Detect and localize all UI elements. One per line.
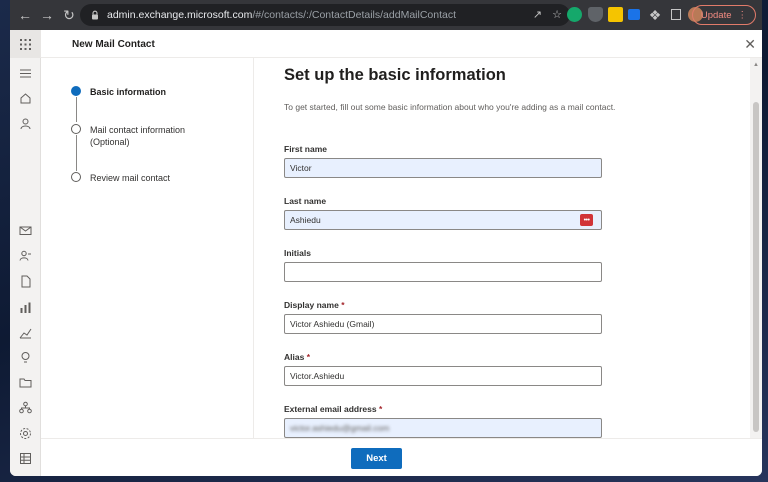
panel-title: New Mail Contact (72, 39, 155, 50)
panel-footer: Next (41, 438, 762, 476)
scroll-up-icon[interactable]: ▲ (753, 62, 759, 68)
alias-input[interactable]: Victor.Ashiedu (284, 366, 602, 386)
panel-header: New Mail Contact ✕ (41, 30, 762, 58)
wizard-steps: Basic information Mail contact informati… (41, 58, 254, 438)
first-name-input[interactable]: Victor (284, 158, 602, 178)
required-mark: * (341, 300, 345, 310)
waffle-icon[interactable] (10, 30, 41, 58)
forward-icon[interactable]: → (36, 4, 58, 26)
sidepanel-icon[interactable] (671, 9, 681, 20)
initials-label: Initials (284, 248, 311, 258)
step-dot-basic-information (71, 86, 81, 96)
alias-value: Victor.Ashiedu (290, 371, 345, 381)
url-path: /#/contacts/:/ContactDetails/addMailCont… (252, 9, 457, 21)
table-icon[interactable] (19, 452, 32, 465)
grammarly-extension-icon[interactable] (567, 7, 582, 22)
notes-extension-icon[interactable] (608, 7, 623, 22)
person-icon[interactable] (19, 117, 32, 130)
scroll-thumb[interactable] (753, 102, 759, 432)
step-mail-contact-information[interactable]: Mail contact information (Optional) (90, 124, 210, 148)
next-button[interactable]: Next (351, 448, 402, 469)
contacts-icon[interactable] (19, 249, 32, 262)
org-icon[interactable] (19, 401, 32, 414)
lightbulb-icon[interactable] (19, 351, 32, 364)
required-mark: * (378, 404, 383, 414)
update-label: Update (700, 9, 732, 21)
more-vert-icon: ⋮ (737, 9, 748, 21)
star-icon[interactable]: ☆ (552, 8, 562, 21)
form-description: To get started, fill out some basic info… (284, 102, 616, 112)
step-connector (76, 135, 77, 171)
first-name-value: Victor (290, 163, 312, 173)
external-email-label-text: External email address (284, 404, 377, 414)
folder-icon[interactable] (19, 376, 32, 389)
home-icon[interactable] (19, 92, 32, 105)
last-name-label: Last name (284, 196, 327, 206)
last-name-input[interactable]: Ashiedu ••• (284, 210, 602, 230)
mail-icon[interactable] (19, 224, 32, 237)
display-name-input[interactable]: Victor Ashiedu (Gmail) (284, 314, 602, 334)
step-review-mail-contact[interactable]: Review mail contact (90, 172, 170, 184)
close-icon[interactable]: ✕ (744, 36, 756, 53)
step-connector (76, 97, 77, 122)
initials-input[interactable] (284, 262, 602, 282)
step-dot-review-mail-contact (71, 172, 81, 182)
url-domain: admin.exchange.microsoft.com (107, 9, 253, 21)
first-name-label: First name (284, 144, 327, 154)
display-name-label-text: Display name (284, 300, 339, 310)
back-icon[interactable]: ← (14, 4, 36, 26)
step-basic-information[interactable]: Basic information (90, 86, 166, 98)
reports-icon[interactable] (19, 301, 32, 314)
update-button[interactable]: Update ⋮ (691, 5, 756, 25)
last-name-value: Ashiedu (290, 215, 321, 225)
alias-label-text: Alias (284, 352, 305, 362)
settings-icon[interactable] (19, 427, 32, 440)
form-scrollbar[interactable]: ▲ (750, 58, 762, 438)
address-bar[interactable]: admin.exchange.microsoft.com/#/contacts/… (80, 4, 570, 26)
browser-window: ← → ↻ admin.exchange.microsoft.com/#/con… (10, 0, 762, 476)
browser-toolbar: ← → ↻ admin.exchange.microsoft.com/#/con… (10, 0, 762, 30)
password-manager-icon[interactable]: ••• (580, 214, 593, 226)
left-nav-rail (10, 30, 41, 476)
shield-extension-icon[interactable] (588, 7, 603, 22)
menu-icon[interactable] (19, 67, 32, 80)
display-name-label: Display name * (284, 300, 345, 310)
form-title: Set up the basic information (284, 66, 506, 84)
window-extension-icon[interactable] (628, 9, 640, 20)
external-email-value: victor.ashiedu@gmail.com (290, 423, 390, 433)
external-email-input[interactable]: victor.ashiedu@gmail.com (284, 418, 602, 438)
lock-icon (92, 10, 98, 20)
document-icon[interactable] (19, 275, 32, 288)
insights-icon[interactable] (19, 326, 32, 339)
basic-information-form: Set up the basic information To get star… (254, 58, 750, 438)
external-email-label: External email address * (284, 404, 382, 414)
step-dot-mail-contact-information (71, 124, 81, 134)
alias-label: Alias * (284, 352, 310, 362)
share-icon[interactable]: ↗ (533, 8, 542, 21)
required-mark: * (306, 352, 311, 362)
display-name-value: Victor Ashiedu (Gmail) (290, 319, 375, 329)
extensions-puzzle-icon[interactable]: ❖ (644, 4, 666, 26)
reload-icon[interactable]: ↻ (58, 4, 80, 26)
